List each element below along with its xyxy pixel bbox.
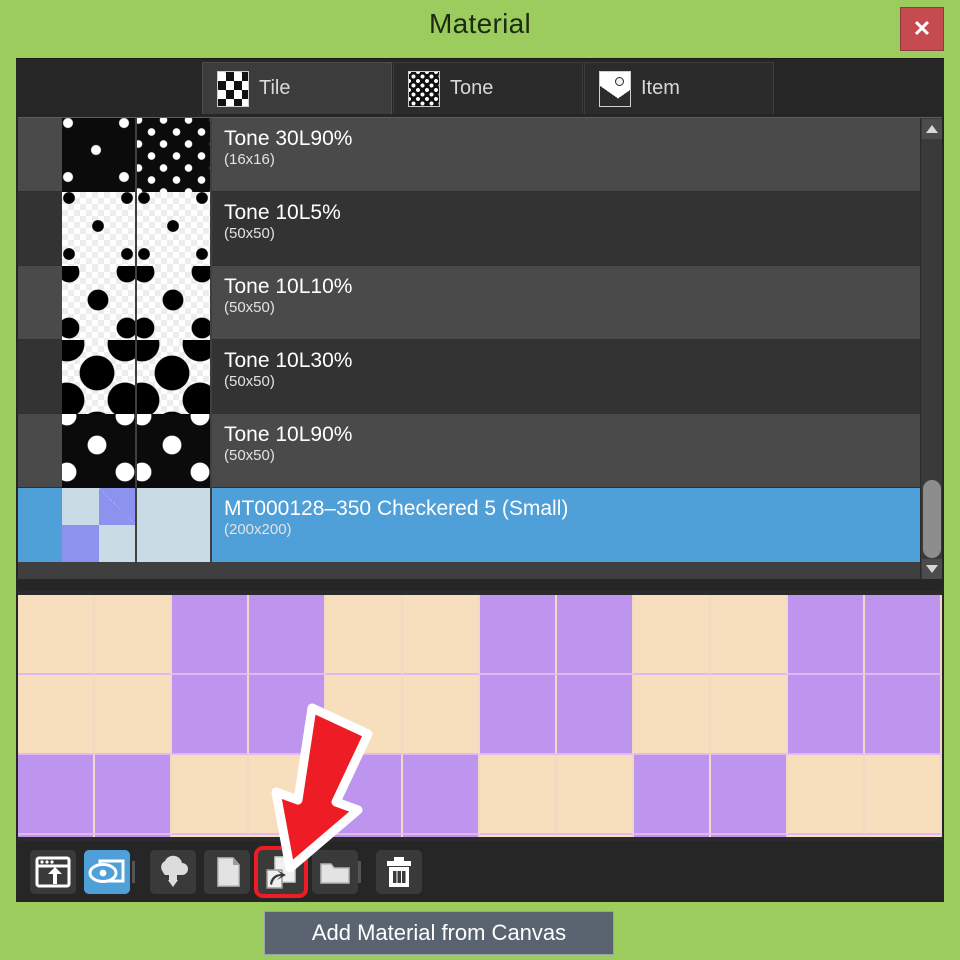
- preview-row: [18, 595, 942, 675]
- preview-row: [18, 675, 942, 755]
- add-material-from-canvas-button[interactable]: [254, 846, 308, 898]
- new-material-button[interactable]: [204, 850, 250, 894]
- material-thumbnail-b: [137, 488, 212, 562]
- row-text: MT000128–350 Checkered 5 (Small) (200x20…: [212, 488, 942, 561]
- material-size: (16x16): [224, 151, 275, 168]
- toolbar-separator: [358, 861, 361, 883]
- material-name: MT000128–350 Checkered 5 (Small): [224, 497, 569, 520]
- row-text: Tone 10L5% (50x50): [212, 192, 942, 265]
- material-size: (50x50): [224, 299, 275, 316]
- scrollbar-thumb[interactable]: [923, 480, 941, 558]
- material-thumbnail-a: [62, 192, 137, 266]
- row-gutter: [18, 414, 62, 487]
- page-icon: [217, 857, 240, 887]
- toggle-preview-button[interactable]: [84, 850, 130, 894]
- download-material-button[interactable]: [150, 850, 196, 894]
- page-arrow-icon: [266, 856, 296, 889]
- preview-eye-icon: [88, 859, 125, 883]
- material-name: Tone 10L10%: [224, 275, 353, 298]
- list-scrollbar[interactable]: [920, 118, 942, 579]
- row-text: Tone 10L10% (50x50): [212, 266, 942, 339]
- title-bar: Material ✕: [0, 0, 960, 58]
- row-text: Tone 10L90% (50x50): [212, 414, 942, 487]
- row-gutter: [18, 192, 62, 265]
- material-size: (50x50): [224, 225, 275, 242]
- row-text: Tone 10L30% (50x50): [212, 340, 942, 413]
- row-gutter: [18, 118, 62, 191]
- picture-icon: [599, 70, 631, 107]
- table-row[interactable]: Tone 30L90% (16x16): [18, 118, 942, 192]
- tab-tone-label: Tone: [450, 77, 494, 99]
- material-thumbnail-a: [62, 414, 137, 488]
- folder-icon: [320, 863, 350, 884]
- close-button[interactable]: ✕: [900, 7, 944, 51]
- material-size: (200x200): [224, 521, 292, 538]
- table-row-selected[interactable]: MT000128–350 Checkered 5 (Small) (200x20…: [18, 488, 942, 562]
- tab-item-label: Item: [641, 77, 680, 99]
- material-name: Tone 30L90%: [224, 127, 353, 150]
- scroll-down-arrow-icon[interactable]: [922, 559, 942, 579]
- scroll-up-arrow-icon[interactable]: [922, 119, 942, 139]
- material-list[interactable]: Tone 30L90% (16x16) Tone 10L5% (50x50) T…: [18, 117, 942, 579]
- window-up-arrow-icon: [35, 856, 71, 888]
- table-row[interactable]: Tone 10L10% (50x50): [18, 266, 942, 340]
- material-size: (50x50): [224, 447, 275, 464]
- halftone-dots-icon: [408, 70, 440, 107]
- checkerboard-icon: [217, 70, 249, 107]
- paste-to-canvas-button[interactable]: [30, 850, 76, 894]
- preview-pattern: [18, 595, 942, 837]
- preview-row: [18, 755, 942, 835]
- tab-item[interactable]: Item: [584, 62, 774, 114]
- material-thumbnail-b: [137, 266, 212, 340]
- material-thumbnail-b: [137, 340, 212, 414]
- row-text: Tone 30L90% (16x16): [212, 118, 942, 191]
- preview-row: [18, 835, 942, 837]
- material-thumbnail-b: [137, 192, 212, 266]
- table-row[interactable]: Tone 10L90% (50x50): [18, 414, 942, 488]
- toolbar-separator: [132, 861, 135, 883]
- tooltip: Add Material from Canvas: [264, 911, 614, 955]
- page-title: Material: [429, 8, 531, 39]
- material-thumbnail-a: [62, 266, 137, 340]
- material-thumbnail-a: [62, 118, 137, 192]
- material-name: Tone 10L90%: [224, 423, 353, 446]
- material-window: Material ✕ Tile Tone Item Tone 30L90% (1…: [0, 0, 960, 960]
- material-thumbnail-a: [62, 488, 137, 562]
- material-toolbar: [18, 842, 942, 902]
- row-gutter: [18, 266, 62, 339]
- material-panel: Tile Tone Item Tone 30L90% (16x16) Tone …: [16, 58, 944, 902]
- cloud-download-icon: [161, 855, 188, 887]
- tooltip-label: Add Material from Canvas: [311, 920, 567, 945]
- material-name: Tone 10L30%: [224, 349, 353, 372]
- tab-strip: Tile Tone Item: [16, 59, 944, 117]
- tab-tone[interactable]: Tone: [393, 62, 583, 114]
- new-folder-button[interactable]: [312, 850, 358, 894]
- row-gutter: [18, 340, 62, 413]
- material-thumbnail-a: [62, 340, 137, 414]
- table-row[interactable]: Tone 10L5% (50x50): [18, 192, 942, 266]
- material-size: (50x50): [224, 373, 275, 390]
- delete-material-button[interactable]: [376, 850, 422, 894]
- tab-tile[interactable]: Tile: [202, 62, 392, 114]
- material-thumbnail-b: [137, 414, 212, 488]
- trash-icon: [387, 857, 411, 887]
- material-preview[interactable]: [18, 591, 942, 841]
- material-thumbnail-b: [137, 118, 212, 192]
- tab-tile-label: Tile: [259, 77, 291, 99]
- table-row[interactable]: Tone 10L30% (50x50): [18, 340, 942, 414]
- close-icon: ✕: [912, 16, 932, 41]
- material-name: Tone 10L5%: [224, 201, 341, 224]
- row-gutter: [18, 488, 62, 561]
